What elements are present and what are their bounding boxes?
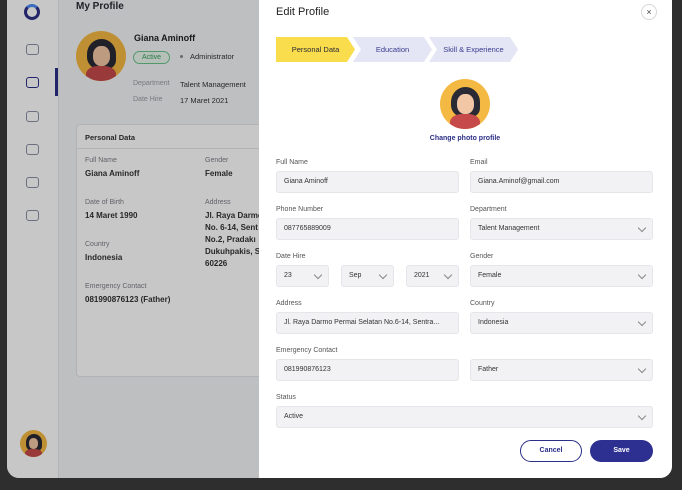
gender-label: Gender (470, 253, 494, 260)
modal-title: Edit Profile (276, 6, 330, 18)
chevron-down-icon (637, 223, 647, 233)
relation-value: Father (478, 366, 499, 373)
month-value: Sep (349, 272, 362, 279)
user-icon[interactable] (26, 111, 39, 122)
edit-profile-modal: Edit Profile × Personal Data Education S… (259, 0, 672, 478)
relation-select[interactable]: Father (470, 359, 653, 381)
profile-name: Giana Aminoff (134, 33, 196, 43)
sidebar-active-indicator (55, 68, 58, 96)
date-hire-label: Date Hire (133, 96, 163, 103)
save-button[interactable]: Save (590, 440, 653, 462)
country-label: Country (470, 300, 495, 307)
phone-label: Phone Number (276, 206, 324, 213)
close-icon[interactable]: × (641, 4, 657, 20)
full-name-label: Full Name (276, 159, 308, 166)
settings-icon[interactable] (26, 177, 39, 188)
logout-icon[interactable] (26, 210, 39, 221)
chevron-down-icon (637, 270, 647, 280)
gender-value: Female (205, 169, 233, 178)
profile-avatar (76, 31, 126, 81)
department-label: Department (470, 206, 507, 213)
separator-dot (180, 55, 183, 58)
address-line: Jl. Raya Darmo (205, 211, 263, 220)
emergency-value: 081990876123 (Father) (85, 295, 171, 304)
day-value: 23 (284, 272, 292, 279)
chevron-down-icon (637, 364, 647, 374)
country-value: Indonesia (478, 319, 509, 326)
full-name-value: Giana Aminoff (85, 169, 140, 178)
full-name-input[interactable]: Giana Aminoff (276, 171, 459, 193)
date-hire-day-select[interactable]: 23 (276, 265, 329, 287)
country-label: Country (85, 241, 110, 248)
gender-label: Gender (205, 157, 229, 164)
email-label: Email (470, 159, 488, 166)
profile-role: Administrator (190, 52, 235, 61)
date-hire-month-select[interactable]: Sep (341, 265, 394, 287)
date-hire-value: 17 Maret 2021 (180, 96, 229, 105)
step-personal-data[interactable]: Personal Data (276, 37, 355, 62)
briefcase-icon[interactable] (26, 77, 39, 88)
page-title: My Profile (76, 1, 124, 12)
status-label: Status (276, 394, 296, 401)
personal-data-card: Personal Data Full Name Giana Aminoff Ge… (76, 124, 276, 377)
full-name-label: Full Name (85, 157, 117, 164)
country-select[interactable]: Indonesia (470, 312, 653, 334)
stepper: Personal Data Education Skill & Experien… (276, 37, 536, 62)
status-badge: Active (133, 51, 171, 64)
email-input[interactable]: Giana.Aminof@gmail.com (470, 171, 653, 193)
department-label: Department (133, 80, 170, 87)
step-skill-experience[interactable]: Skill & Experience (429, 37, 518, 62)
address-line: No. 6-14, Sent (205, 223, 258, 232)
users-icon[interactable] (26, 44, 39, 55)
chevron-down-icon (313, 270, 323, 280)
dob-label: Date of Birth (85, 199, 124, 206)
card-title: Personal Data (77, 125, 275, 149)
chevron-down-icon (378, 270, 388, 280)
country-value: Indonesia (85, 253, 123, 262)
date-hire-year-select[interactable]: 2021 (406, 265, 459, 287)
address-line: 60226 (205, 259, 228, 268)
department-value: Talent Management (180, 80, 246, 89)
chevron-down-icon (637, 411, 647, 421)
step-education[interactable]: Education (353, 37, 432, 62)
sidebar-avatar[interactable] (20, 430, 47, 457)
emergency-contact-input[interactable]: 081990876123 (276, 359, 459, 381)
id-card-icon[interactable] (26, 144, 39, 155)
address-label: Address (276, 300, 302, 307)
date-hire-label: Date Hire (276, 253, 306, 260)
year-value: 2021 (414, 272, 430, 279)
gender-select[interactable]: Female (470, 265, 653, 287)
emergency-contact-label: Emergency Contact (276, 347, 338, 354)
gender-value: Female (478, 272, 502, 279)
address-line: Dukuhpakis, S (205, 247, 261, 256)
status-select[interactable]: Active (276, 406, 653, 428)
status-value: Active (284, 413, 304, 420)
phone-input[interactable]: 087765889009 (276, 218, 459, 240)
dob-value: 14 Maret 1990 (85, 211, 138, 220)
change-photo-link[interactable]: Change photo profile (409, 135, 521, 142)
profile-photo (440, 79, 490, 129)
chevron-down-icon (443, 270, 453, 280)
sidebar (7, 0, 59, 478)
address-input[interactable]: Jl. Raya Darmo Permai Selatan No.6-14, S… (276, 312, 459, 334)
emergency-label: Emergency Contact (85, 283, 147, 290)
department-value: Talent Management (478, 225, 540, 232)
chevron-down-icon (637, 317, 647, 327)
address-line: No.2, Pradakı (205, 235, 256, 244)
address-label: Address (205, 199, 231, 206)
app-logo-icon (24, 4, 40, 20)
cancel-button[interactable]: Cancel (520, 440, 582, 462)
department-select[interactable]: Talent Management (470, 218, 653, 240)
